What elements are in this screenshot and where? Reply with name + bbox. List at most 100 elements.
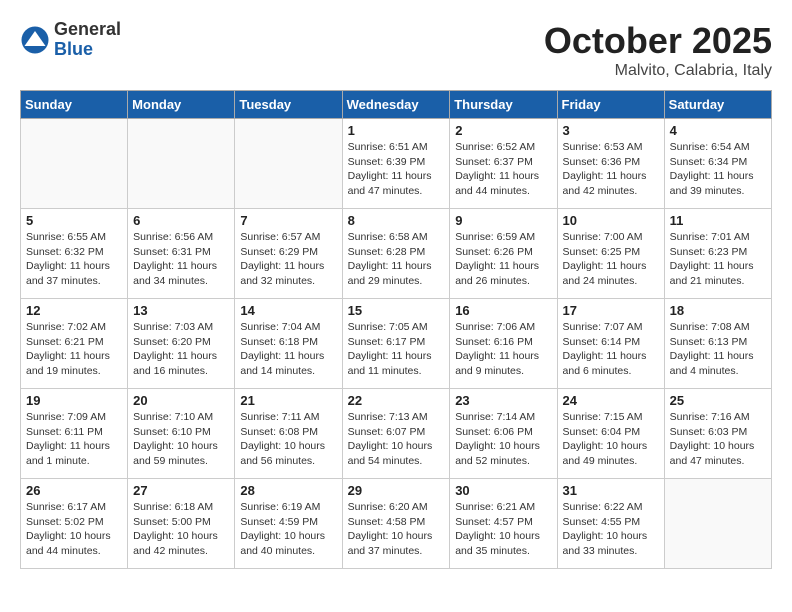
- day-number: 31: [563, 483, 659, 498]
- day-info: Sunrise: 7:05 AM Sunset: 6:17 PM Dayligh…: [348, 320, 445, 379]
- day-cell: 23 Sunrise: 7:14 AM Sunset: 6:06 PM Dayli…: [450, 389, 557, 479]
- day-number: 19: [26, 393, 122, 408]
- day-cell: 4Sunrise: 6:54 AM Sunset: 6:34 PM Daylig…: [664, 119, 771, 209]
- day-info: Sunrise: 7:10 AM Sunset: 6:10 PM Dayligh…: [133, 410, 229, 469]
- column-header-thursday: Thursday: [450, 91, 557, 119]
- day-cell: 26 Sunrise: 6:17 AM Sunset: 5:02 PM Dayli…: [21, 479, 128, 569]
- day-number: 3: [563, 123, 659, 138]
- day-cell: 2 Sunrise: 6:52 AM Sunset: 6:37 PM Daylig…: [450, 119, 557, 209]
- day-number: 12: [26, 303, 122, 318]
- column-header-tuesday: Tuesday: [235, 91, 342, 119]
- day-cell: 20Sunrise: 7:10 AM Sunset: 6:10 PM Dayli…: [128, 389, 235, 479]
- column-header-sunday: Sunday: [21, 91, 128, 119]
- logo-icon: [20, 25, 50, 55]
- day-cell: 25 Sunrise: 7:16 AM Sunset: 6:03 PM Dayli…: [664, 389, 771, 479]
- day-number: 4: [670, 123, 766, 138]
- day-cell: 21Sunrise: 7:11 AM Sunset: 6:08 PM Dayli…: [235, 389, 342, 479]
- day-cell: 22 Sunrise: 7:13 AM Sunset: 6:07 PM Dayli…: [342, 389, 450, 479]
- day-info: Sunrise: 7:03 AM Sunset: 6:20 PM Dayligh…: [133, 320, 229, 379]
- column-header-monday: Monday: [128, 91, 235, 119]
- day-cell: 8Sunrise: 6:58 AM Sunset: 6:28 PM Daylig…: [342, 209, 450, 299]
- day-cell: 19 Sunrise: 7:09 AM Sunset: 6:11 PM Dayli…: [21, 389, 128, 479]
- day-info: Sunrise: 6:19 AM Sunset: 4:59 PM Dayligh…: [240, 500, 336, 559]
- day-number: 28: [240, 483, 336, 498]
- day-number: 27: [133, 483, 229, 498]
- day-number: 22: [348, 393, 445, 408]
- day-cell: 6 Sunrise: 6:56 AM Sunset: 6:31 PM Daylig…: [128, 209, 235, 299]
- day-cell: 29Sunrise: 6:20 AM Sunset: 4:58 PM Dayli…: [342, 479, 450, 569]
- day-number: 17: [563, 303, 659, 318]
- day-info: Sunrise: 7:02 AM Sunset: 6:21 PM Dayligh…: [26, 320, 122, 379]
- day-number: 25: [670, 393, 766, 408]
- day-cell: 17 Sunrise: 7:07 AM Sunset: 6:14 PM Dayli…: [557, 299, 664, 389]
- day-cell: 28 Sunrise: 6:19 AM Sunset: 4:59 PM Dayli…: [235, 479, 342, 569]
- day-number: 1: [348, 123, 445, 138]
- day-info: Sunrise: 7:15 AM Sunset: 6:04 PM Dayligh…: [563, 410, 659, 469]
- day-cell: [21, 119, 128, 209]
- day-number: 6: [133, 213, 229, 228]
- day-cell: 11 Sunrise: 7:01 AM Sunset: 6:23 PM Dayli…: [664, 209, 771, 299]
- day-info: Sunrise: 6:17 AM Sunset: 5:02 PM Dayligh…: [26, 500, 122, 559]
- day-cell: [128, 119, 235, 209]
- day-info: Sunrise: 7:13 AM Sunset: 6:07 PM Dayligh…: [348, 410, 445, 469]
- day-number: 26: [26, 483, 122, 498]
- day-info: Sunrise: 6:52 AM Sunset: 6:37 PM Dayligh…: [455, 140, 551, 199]
- week-row-1: 1Sunrise: 6:51 AM Sunset: 6:39 PM Daylig…: [21, 119, 772, 209]
- day-cell: 16Sunrise: 7:06 AM Sunset: 6:16 PM Dayli…: [450, 299, 557, 389]
- week-row-5: 26 Sunrise: 6:17 AM Sunset: 5:02 PM Dayli…: [21, 479, 772, 569]
- day-info: Sunrise: 6:18 AM Sunset: 5:00 PM Dayligh…: [133, 500, 229, 559]
- day-number: 21: [240, 393, 336, 408]
- day-number: 8: [348, 213, 445, 228]
- day-info: Sunrise: 7:00 AM Sunset: 6:25 PM Dayligh…: [563, 230, 659, 289]
- day-cell: 5Sunrise: 6:55 AM Sunset: 6:32 PM Daylig…: [21, 209, 128, 299]
- day-cell: 12 Sunrise: 7:02 AM Sunset: 6:21 PM Dayli…: [21, 299, 128, 389]
- day-info: Sunrise: 6:21 AM Sunset: 4:57 PM Dayligh…: [455, 500, 551, 559]
- calendar-header-row: SundayMondayTuesdayWednesdayThursdayFrid…: [21, 91, 772, 119]
- day-info: Sunrise: 6:22 AM Sunset: 4:55 PM Dayligh…: [563, 500, 659, 559]
- day-cell: 30 Sunrise: 6:21 AM Sunset: 4:57 PM Dayli…: [450, 479, 557, 569]
- day-info: Sunrise: 6:56 AM Sunset: 6:31 PM Dayligh…: [133, 230, 229, 289]
- day-info: Sunrise: 7:16 AM Sunset: 6:03 PM Dayligh…: [670, 410, 766, 469]
- day-cell: 9 Sunrise: 6:59 AM Sunset: 6:26 PM Daylig…: [450, 209, 557, 299]
- day-number: 24: [563, 393, 659, 408]
- day-cell: 18 Sunrise: 7:08 AM Sunset: 6:13 PM Dayli…: [664, 299, 771, 389]
- day-number: 7: [240, 213, 336, 228]
- calendar-table: SundayMondayTuesdayWednesdayThursdayFrid…: [20, 90, 772, 569]
- month-title: October 2025: [544, 20, 772, 62]
- day-number: 18: [670, 303, 766, 318]
- day-cell: 15Sunrise: 7:05 AM Sunset: 6:17 PM Dayli…: [342, 299, 450, 389]
- day-number: 23: [455, 393, 551, 408]
- day-cell: 14Sunrise: 7:04 AM Sunset: 6:18 PM Dayli…: [235, 299, 342, 389]
- week-row-2: 5Sunrise: 6:55 AM Sunset: 6:32 PM Daylig…: [21, 209, 772, 299]
- day-cell: 27 Sunrise: 6:18 AM Sunset: 5:00 PM Dayli…: [128, 479, 235, 569]
- day-info: Sunrise: 7:07 AM Sunset: 6:14 PM Dayligh…: [563, 320, 659, 379]
- day-info: Sunrise: 7:01 AM Sunset: 6:23 PM Dayligh…: [670, 230, 766, 289]
- day-info: Sunrise: 6:20 AM Sunset: 4:58 PM Dayligh…: [348, 500, 445, 559]
- day-number: 9: [455, 213, 551, 228]
- day-cell: 13Sunrise: 7:03 AM Sunset: 6:20 PM Dayli…: [128, 299, 235, 389]
- day-info: Sunrise: 6:57 AM Sunset: 6:29 PM Dayligh…: [240, 230, 336, 289]
- title-block: October 2025 Malvito, Calabria, Italy: [544, 20, 772, 80]
- day-number: 30: [455, 483, 551, 498]
- logo-general: General: [54, 19, 121, 39]
- day-cell: 24 Sunrise: 7:15 AM Sunset: 6:04 PM Dayli…: [557, 389, 664, 479]
- day-info: Sunrise: 7:14 AM Sunset: 6:06 PM Dayligh…: [455, 410, 551, 469]
- day-info: Sunrise: 6:53 AM Sunset: 6:36 PM Dayligh…: [563, 140, 659, 199]
- day-number: 10: [563, 213, 659, 228]
- day-cell: 31 Sunrise: 6:22 AM Sunset: 4:55 PM Dayli…: [557, 479, 664, 569]
- day-info: Sunrise: 7:08 AM Sunset: 6:13 PM Dayligh…: [670, 320, 766, 379]
- day-cell: [664, 479, 771, 569]
- day-info: Sunrise: 7:04 AM Sunset: 6:18 PM Dayligh…: [240, 320, 336, 379]
- day-info: Sunrise: 6:59 AM Sunset: 6:26 PM Dayligh…: [455, 230, 551, 289]
- day-number: 2: [455, 123, 551, 138]
- day-number: 11: [670, 213, 766, 228]
- column-header-saturday: Saturday: [664, 91, 771, 119]
- day-cell: [235, 119, 342, 209]
- location-title: Malvito, Calabria, Italy: [544, 62, 772, 80]
- day-cell: 7 Sunrise: 6:57 AM Sunset: 6:29 PM Daylig…: [235, 209, 342, 299]
- day-cell: 10 Sunrise: 7:00 AM Sunset: 6:25 PM Dayli…: [557, 209, 664, 299]
- logo-blue: Blue: [54, 39, 93, 59]
- page-header: General Blue October 2025 Malvito, Calab…: [20, 20, 772, 80]
- logo: General Blue: [20, 20, 121, 60]
- day-info: Sunrise: 7:09 AM Sunset: 6:11 PM Dayligh…: [26, 410, 122, 469]
